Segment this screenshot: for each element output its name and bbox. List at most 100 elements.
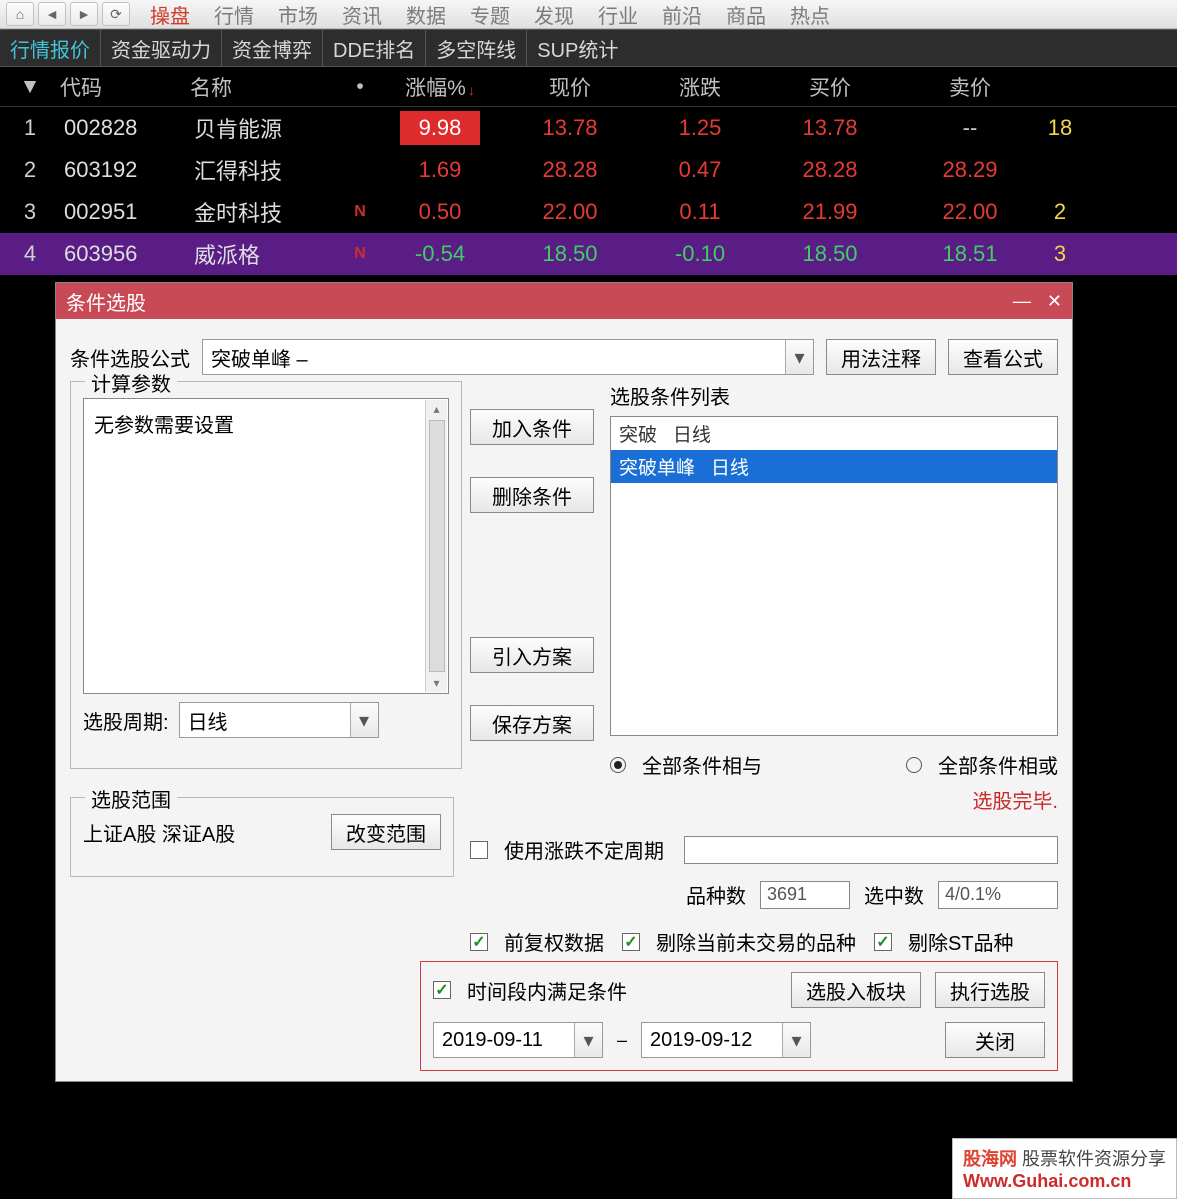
import-plan-button[interactable]: 引入方案 <box>470 637 594 673</box>
scroll-down-icon[interactable]: ▾ <box>433 676 439 690</box>
tab-quotes[interactable]: 行情报价 <box>0 30 101 66</box>
stock-table: ▼ 代码 名称 • 涨幅%↓ 现价 涨跌 买价 卖价 1 002828 贝肯能源… <box>0 67 1177 275</box>
hit-value: 4/0.1% <box>938 881 1058 909</box>
row-tag: N <box>340 245 380 263</box>
th-pct[interactable]: 涨幅%↓ <box>380 72 500 102</box>
table-row[interactable]: 1 002828 贝肯能源 9.98 13.78 1.25 13.78 -- 1… <box>0 107 1177 149</box>
params-box: 无参数需要设置 ▴ ▾ <box>83 398 449 694</box>
date-from[interactable]: 2019-09-11 ▾ <box>433 1022 603 1058</box>
table-row[interactable]: 3 002951 金时科技 N 0.50 22.00 0.11 21.99 22… <box>0 191 1177 233</box>
row-ask: 28.29 <box>900 157 1040 183</box>
row-ask: 18.51 <box>900 241 1040 267</box>
watermark-desc: 股票软件资源分享 <box>1022 1149 1166 1169</box>
date-to[interactable]: 2019-09-12 ▾ <box>641 1022 811 1058</box>
radio-or-label: 全部条件相或 <box>938 750 1058 779</box>
condition-list-title: 选股条件列表 <box>610 381 1058 410</box>
row-price: 22.00 <box>500 199 640 225</box>
view-formula-button[interactable]: 查看公式 <box>948 339 1058 375</box>
count-value: 3691 <box>760 881 850 909</box>
chk-time-label: 时间段内满足条件 <box>467 976 627 1005</box>
refresh-button[interactable]: ⟳ <box>102 2 130 26</box>
chevron-down-icon[interactable]: ▾ <box>785 340 813 374</box>
calc-params-legend: 计算参数 <box>85 368 177 397</box>
condition-list[interactable]: 突破 日线突破单峰 日线 <box>610 416 1058 736</box>
table-row[interactable]: 2 603192 汇得科技 1.69 28.28 0.47 28.28 28.2… <box>0 149 1177 191</box>
top-menu: 操盘 行情 市场 资讯 数据 专题 发现 行业 前沿 商品 热点 <box>150 0 830 29</box>
menu-faxian[interactable]: 发现 <box>534 0 574 29</box>
variable-period-input[interactable] <box>684 836 1058 864</box>
watermark: 股海网 股票软件资源分享 Www.Guhai.com.cn <box>952 1138 1177 1199</box>
tab-duokong[interactable]: 多空阵线 <box>426 30 527 66</box>
condition-dialog: 条件选股 — ✕ 条件选股公式 突破单峰 – ▾ 用法注释 查看公式 计算参数 … <box>55 282 1073 1082</box>
formula-value: 突破单峰 – <box>211 343 308 372</box>
menu-shichang[interactable]: 市场 <box>278 0 318 29</box>
usage-button[interactable]: 用法注释 <box>826 339 936 375</box>
row-ext: 2 <box>1040 199 1080 225</box>
chk-exclude-nontrading-label: 剔除当前未交易的品种 <box>656 927 856 956</box>
th-sort-icon[interactable]: ▼ <box>0 75 60 99</box>
menu-shangpin[interactable]: 商品 <box>726 0 766 29</box>
chk-exclude-nontrading[interactable]: ✓ <box>622 933 640 951</box>
th-name[interactable]: 名称 <box>190 72 340 102</box>
th-code[interactable]: 代码 <box>60 72 190 102</box>
chk-time-range[interactable]: ✓ <box>433 981 451 999</box>
scroll-thumb[interactable] <box>429 420 445 672</box>
radio-and[interactable] <box>610 757 626 773</box>
period-dropdown[interactable]: 日线 ▾ <box>179 702 379 738</box>
radio-or[interactable] <box>906 757 922 773</box>
th-ask[interactable]: 卖价 <box>900 72 1040 102</box>
add-condition-button[interactable]: 加入条件 <box>470 409 594 445</box>
chk-fq[interactable]: ✓ <box>470 933 488 951</box>
list-item[interactable]: 突破 日线 <box>611 417 1057 450</box>
menu-hangye[interactable]: 行业 <box>598 0 638 29</box>
forward-button[interactable]: ► <box>70 2 98 26</box>
tab-dde[interactable]: DDE排名 <box>323 30 426 66</box>
close-icon[interactable]: ✕ <box>1047 291 1062 312</box>
th-price[interactable]: 现价 <box>500 72 640 102</box>
radio-and-label: 全部条件相与 <box>642 750 762 779</box>
home-button[interactable]: ⌂ <box>6 2 34 26</box>
execute-button[interactable]: 执行选股 <box>935 972 1045 1008</box>
scroll-up-icon[interactable]: ▴ <box>433 402 439 416</box>
chevron-down-icon[interactable]: ▾ <box>350 703 378 737</box>
row-bid: 28.28 <box>760 157 900 183</box>
close-button[interactable]: 关闭 <box>945 1022 1045 1058</box>
row-code: 002951 <box>60 199 190 225</box>
formula-dropdown[interactable]: 突破单峰 – ▾ <box>202 339 814 375</box>
menu-zixun[interactable]: 资讯 <box>342 0 382 29</box>
minimize-icon[interactable]: — <box>1013 291 1031 312</box>
th-bid[interactable]: 买价 <box>760 72 900 102</box>
menu-qianyan[interactable]: 前沿 <box>662 0 702 29</box>
row-chg: 0.11 <box>640 199 760 225</box>
menu-hangqing[interactable]: 行情 <box>214 0 254 29</box>
row-code: 603192 <box>60 157 190 183</box>
chk-exclude-st[interactable]: ✓ <box>874 933 892 951</box>
list-item[interactable]: 突破单峰 日线 <box>611 450 1057 483</box>
table-row[interactable]: 4 603956 威派格 N -0.54 18.50 -0.10 18.50 1… <box>0 233 1177 275</box>
menu-caopan[interactable]: 操盘 <box>150 0 190 29</box>
delete-condition-button[interactable]: 删除条件 <box>470 477 594 513</box>
menu-redian[interactable]: 热点 <box>790 0 830 29</box>
dialog-titlebar[interactable]: 条件选股 — ✕ <box>56 283 1072 319</box>
period-value: 日线 <box>188 706 228 735</box>
change-range-button[interactable]: 改变范围 <box>331 814 441 850</box>
tab-sup[interactable]: SUP统计 <box>527 30 628 66</box>
scrollbar[interactable]: ▴ ▾ <box>425 400 447 692</box>
th-chg[interactable]: 涨跌 <box>640 72 760 102</box>
subnav: 行情报价 资金驱动力 资金博弈 DDE排名 多空阵线 SUP统计 <box>0 29 1177 67</box>
menu-shuju[interactable]: 数据 <box>406 0 446 29</box>
tab-game[interactable]: 资金博弈 <box>222 30 323 66</box>
save-plan-button[interactable]: 保存方案 <box>470 705 594 741</box>
chk-variable-label: 使用涨跌不定周期 <box>504 835 664 864</box>
row-ext: 18 <box>1040 115 1080 141</box>
row-index: 3 <box>0 199 60 225</box>
chevron-down-icon[interactable]: ▾ <box>782 1023 810 1057</box>
into-block-button[interactable]: 选股入板块 <box>791 972 921 1008</box>
tab-funds[interactable]: 资金驱动力 <box>101 30 222 66</box>
row-pct: 9.98 <box>380 111 500 145</box>
chk-variable-period[interactable] <box>470 841 488 859</box>
back-button[interactable]: ◄ <box>38 2 66 26</box>
menu-zhuanti[interactable]: 专题 <box>470 0 510 29</box>
date-from-value: 2019-09-11 <box>442 1029 543 1052</box>
chevron-down-icon[interactable]: ▾ <box>574 1023 602 1057</box>
